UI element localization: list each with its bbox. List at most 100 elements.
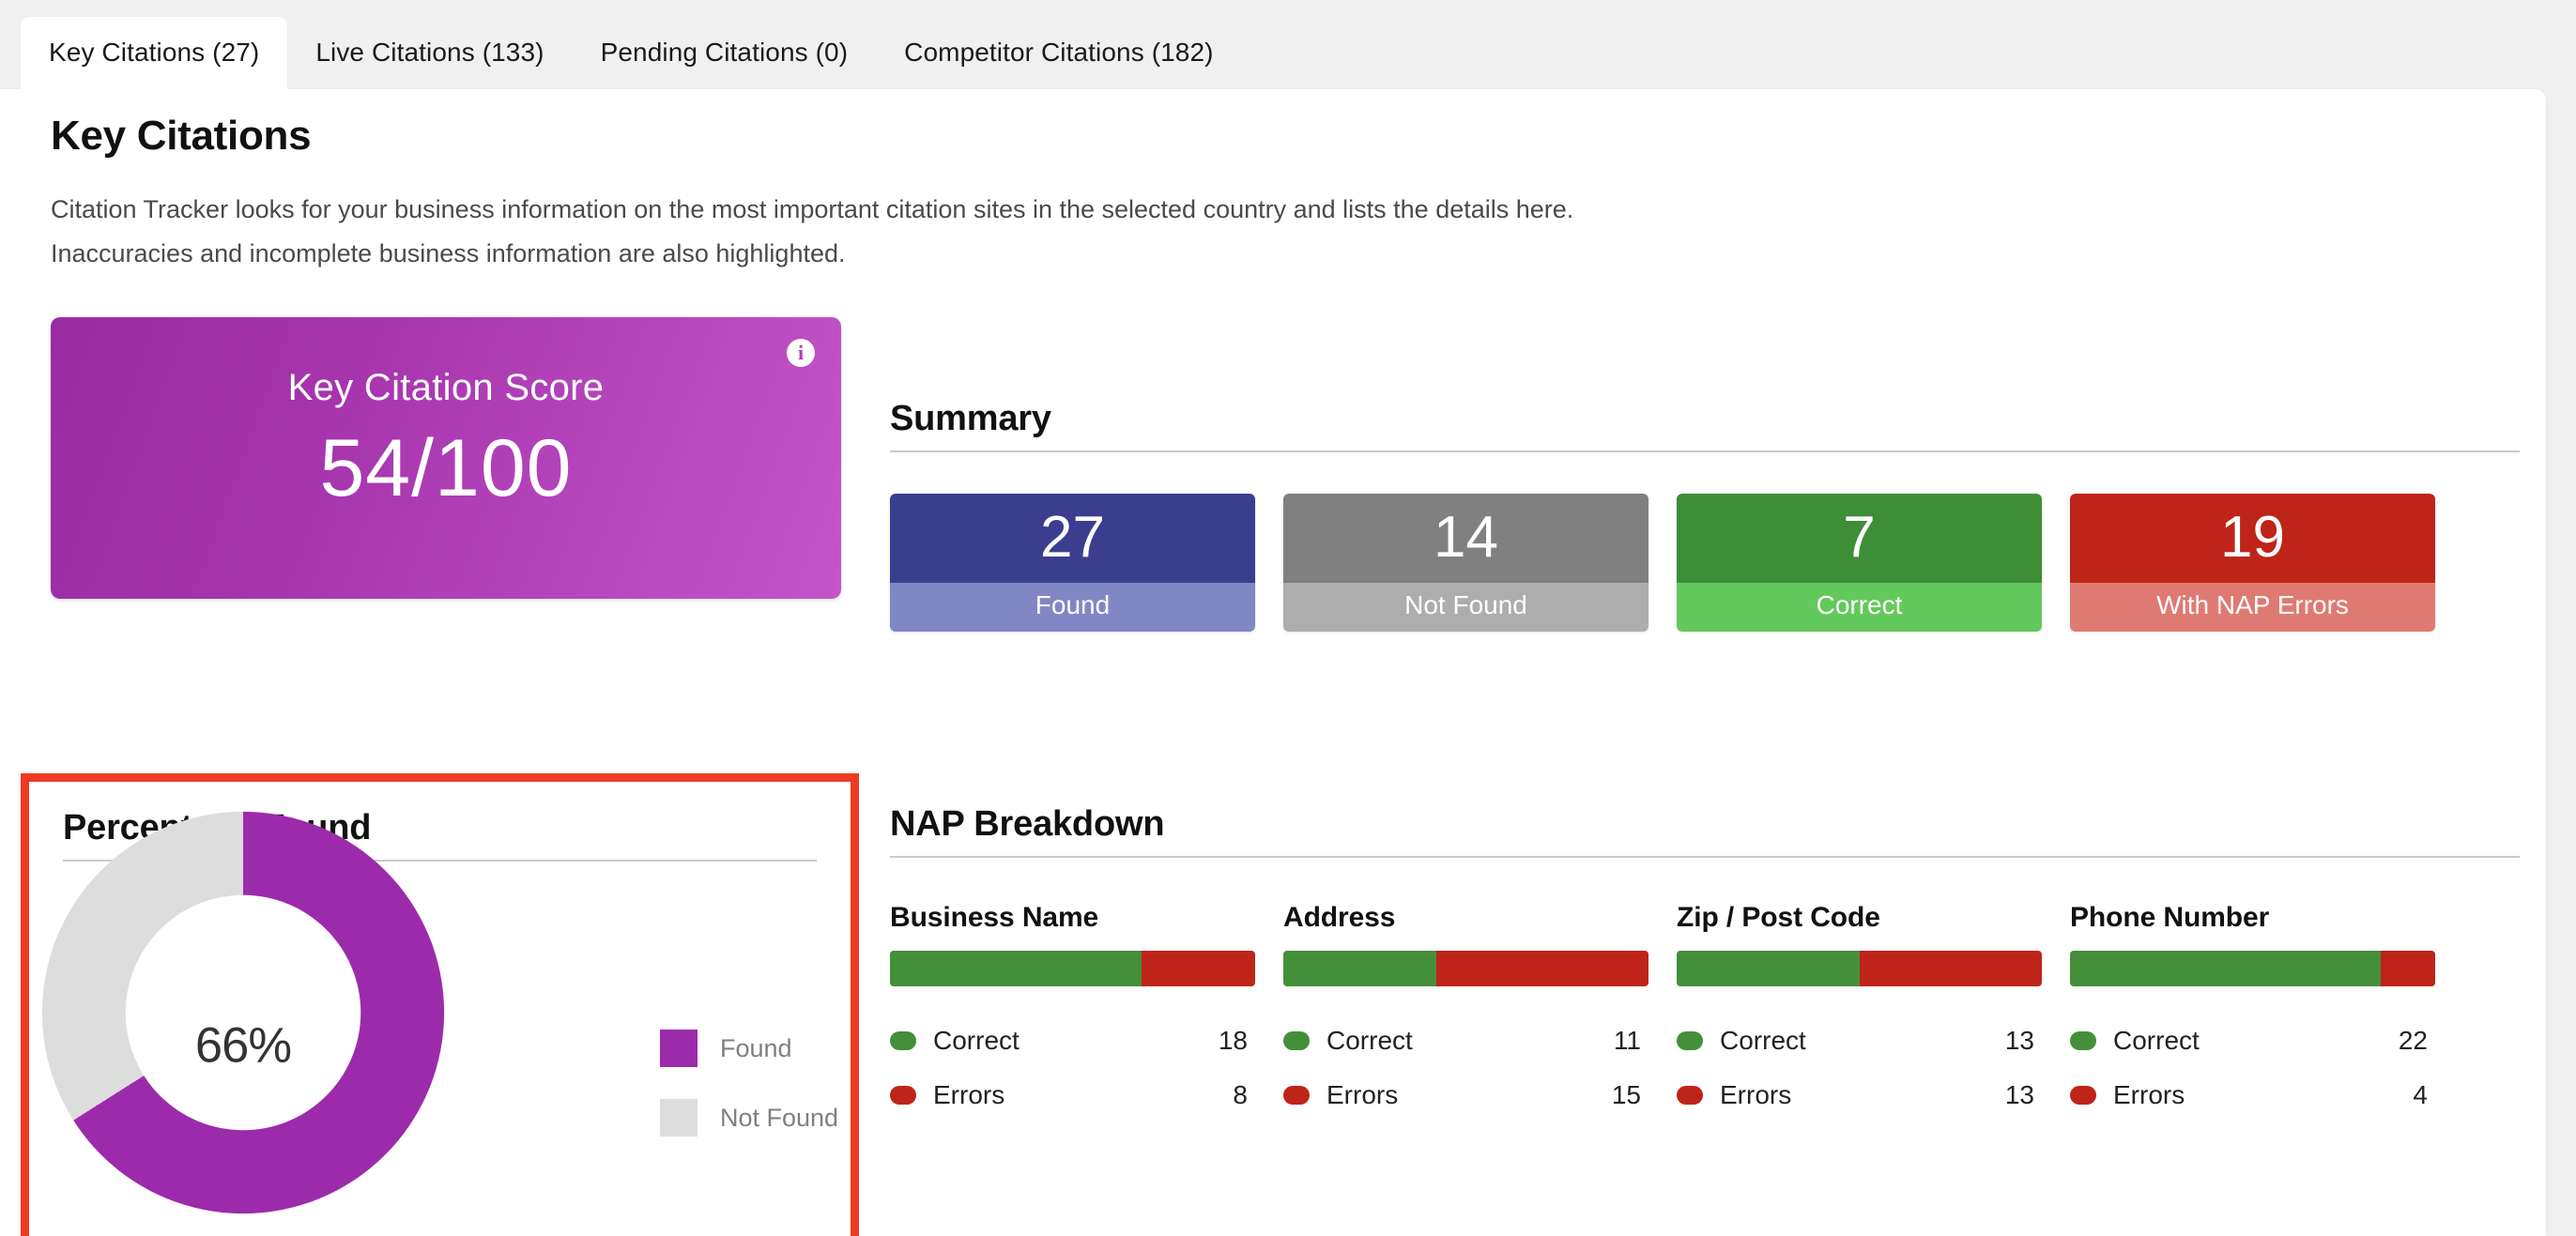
nap-columns: Business Name Correct 18 Errors 8 Addres…	[890, 902, 2520, 1135]
summary-heading: Summary	[890, 399, 1051, 438]
nap-legend-value: 13	[2004, 1080, 2034, 1109]
nap-bar-errors-segment	[1859, 951, 2042, 986]
nap-legend-label: Correct	[933, 1026, 1020, 1055]
nap-bar-errors-segment	[1436, 951, 1648, 986]
not-found-swatch-icon	[660, 1099, 698, 1137]
nap-legend: Correct 11 Errors 15	[1283, 1026, 1648, 1110]
summary-cards: 27 Found 14 Not Found 7 Correct 19 With …	[890, 494, 2520, 633]
percentage-found-card: Percentage Found 66% Found	[29, 782, 851, 1236]
content-panel: Key Citations Citation Tracker looks for…	[0, 89, 2546, 1236]
nap-legend-row-correct: Correct 13	[1677, 1026, 2042, 1056]
nap-bar	[1677, 951, 2042, 986]
nap-legend-value: 22	[2398, 1026, 2428, 1055]
nap-legend-label: Errors	[933, 1080, 1005, 1109]
nap-divider	[890, 856, 2520, 858]
summary-divider	[890, 450, 2520, 452]
nap-legend-row-correct: Correct 11	[1283, 1026, 1648, 1056]
chart-legend: Found Not Found	[660, 1030, 838, 1168]
nap-column-title: Zip / Post Code	[1677, 902, 1880, 933]
nap-legend-row-errors: Errors 15	[1283, 1080, 1648, 1110]
tab-competitor-citations[interactable]: Competitor Citations (182)	[876, 17, 1241, 90]
nap-breakdown-section: NAP Breakdown Business Name Correct 18 E…	[890, 804, 2520, 1135]
errors-dot-icon	[1677, 1086, 1703, 1105]
nap-legend: Correct 22 Errors 4	[2070, 1026, 2435, 1110]
tab-live-citations[interactable]: Live Citations (133)	[287, 17, 572, 90]
legend-row-found: Found	[660, 1030, 838, 1067]
nap-legend-label: Correct	[2113, 1026, 2200, 1055]
nap-column-zip-post-code: Zip / Post Code Correct 13 Errors 13	[1677, 902, 2042, 1135]
percentage-found-highlight: Percentage Found 66% Found	[21, 773, 859, 1236]
nap-column-phone-number: Phone Number Correct 22 Errors 4	[2070, 902, 2435, 1135]
score-card-label: Key Citation Score	[287, 367, 605, 408]
tab-bar: Key Citations (27) Live Citations (133) …	[0, 0, 2576, 90]
summary-card-found[interactable]: 27 Found	[890, 494, 1255, 633]
donut-hole: 66%	[125, 894, 361, 1131]
info-icon[interactable]: i	[787, 339, 815, 367]
nap-legend-row-correct: Correct 22	[2070, 1026, 2435, 1056]
percentage-found-chart: 66% Found Not Found	[29, 811, 851, 1236]
summary-card-nap-errors[interactable]: 19 With NAP Errors	[2070, 494, 2435, 633]
donut-chart: 66%	[41, 811, 445, 1214]
correct-dot-icon	[1677, 1031, 1703, 1050]
nap-legend-label: Errors	[2113, 1080, 2185, 1109]
tab-label: Competitor Citations (182)	[904, 38, 1214, 67]
nap-legend-row-errors: Errors 13	[1677, 1080, 2042, 1110]
nap-column-business-name: Business Name Correct 18 Errors 8	[890, 902, 1255, 1135]
score-card-value: 54/100	[319, 423, 573, 513]
correct-dot-icon	[1283, 1031, 1310, 1050]
nap-legend-label: Correct	[1720, 1026, 1806, 1055]
page-description: Citation Tracker looks for your business…	[51, 195, 1574, 267]
nap-bar-correct-segment	[1283, 951, 1437, 986]
summary-card-correct[interactable]: 7 Correct	[1677, 494, 2042, 633]
summary-card-value: 14	[1283, 494, 1648, 584]
correct-dot-icon	[2070, 1031, 2096, 1050]
nap-legend-row-errors: Errors 8	[890, 1080, 1255, 1110]
nap-column-address: Address Correct 11 Errors 15	[1283, 902, 1648, 1135]
nap-legend-value: 15	[1611, 1080, 1641, 1109]
errors-dot-icon	[890, 1086, 916, 1105]
nap-legend: Correct 13 Errors 13	[1677, 1026, 2042, 1110]
nap-legend-row-errors: Errors 4	[2070, 1080, 2435, 1110]
errors-dot-icon	[2070, 1086, 2096, 1105]
nap-legend-value: 18	[1218, 1026, 1248, 1055]
nap-bar-errors-segment	[2380, 951, 2435, 986]
nap-legend-value: 13	[2004, 1026, 2034, 1055]
donut-center-label: 66%	[194, 1016, 292, 1074]
summary-card-label: Found	[890, 583, 1255, 633]
nap-bar-errors-segment	[1142, 951, 1255, 986]
nap-bar-correct-segment	[2070, 951, 2381, 986]
summary-card-label: Not Found	[1283, 583, 1648, 633]
tab-pending-citations[interactable]: Pending Citations (0)	[573, 17, 877, 90]
nap-legend-label: Errors	[1720, 1080, 1792, 1109]
nap-column-title: Address	[1283, 902, 1396, 933]
legend-label: Not Found	[720, 1103, 839, 1132]
errors-dot-icon	[1283, 1086, 1310, 1105]
legend-label: Found	[720, 1033, 792, 1062]
summary-card-label: With NAP Errors	[2070, 583, 2435, 633]
nap-legend-label: Correct	[1326, 1026, 1413, 1055]
legend-row-not-found: Not Found	[660, 1099, 838, 1137]
summary-card-value: 7	[1677, 494, 2042, 584]
nap-legend: Correct 18 Errors 8	[890, 1026, 1255, 1110]
summary-card-not-found[interactable]: 14 Not Found	[1283, 494, 1648, 633]
tab-label: Pending Citations (0)	[600, 38, 849, 67]
correct-dot-icon	[890, 1031, 916, 1050]
citation-tracker-page: Key Citations (27) Live Citations (133) …	[0, 0, 2576, 1236]
key-citation-score-card: i Key Citation Score 54/100	[51, 317, 841, 599]
found-swatch-icon	[660, 1030, 698, 1067]
summary-section: Summary 27 Found 14 Not Found 7 Correct …	[890, 399, 2520, 633]
nap-bar	[1283, 951, 1648, 986]
page-title: Key Citations	[51, 113, 312, 159]
nap-column-title: Phone Number	[2070, 902, 2270, 933]
tab-label: Key Citations (27)	[49, 38, 260, 67]
nap-legend-label: Errors	[1326, 1080, 1399, 1109]
tab-label: Live Citations (133)	[315, 38, 544, 67]
nap-legend-value: 4	[2413, 1080, 2428, 1109]
nap-heading: NAP Breakdown	[890, 804, 1165, 844]
summary-card-value: 27	[890, 494, 1255, 584]
nap-bar-correct-segment	[890, 951, 1142, 986]
tab-key-citations[interactable]: Key Citations (27)	[21, 17, 288, 90]
nap-bar-correct-segment	[1677, 951, 1860, 986]
nap-legend-value: 11	[1613, 1026, 1641, 1055]
nap-bar	[890, 951, 1255, 986]
